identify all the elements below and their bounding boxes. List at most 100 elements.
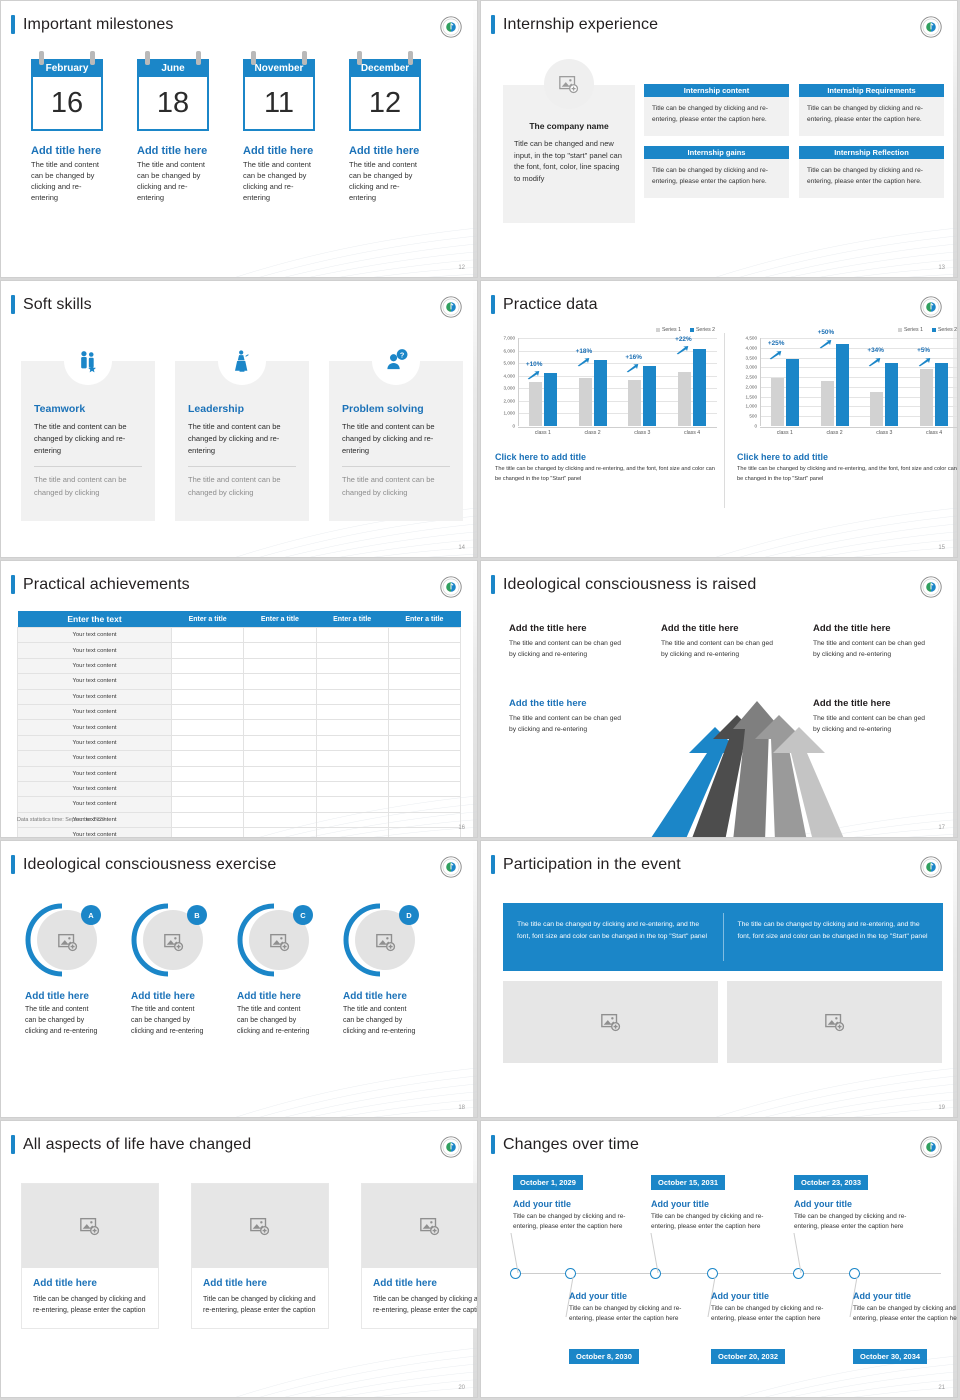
- table-row[interactable]: Your text content: [17, 827, 462, 837]
- table-cell-label[interactable]: Your text content: [17, 657, 172, 675]
- cell-body[interactable]: Title can be changed by clicking and re-…: [799, 159, 944, 198]
- table-row[interactable]: Your text content: [17, 673, 462, 690]
- milestone-title[interactable]: Add title here: [243, 145, 315, 157]
- block-body[interactable]: The title and content can be chan ged by…: [509, 713, 627, 735]
- timeline-body[interactable]: Title can be changed by clicking and re-…: [513, 1212, 633, 1233]
- timeline-node[interactable]: [849, 1268, 860, 1279]
- circle-body[interactable]: The title and content can be changed by …: [131, 1005, 205, 1038]
- col-header[interactable]: Enter a title: [316, 611, 389, 628]
- table-cell[interactable]: [315, 719, 389, 736]
- table-cell[interactable]: [243, 734, 317, 752]
- table-cell[interactable]: [387, 642, 462, 659]
- table-cell[interactable]: [315, 626, 389, 644]
- table-cell[interactable]: [170, 657, 245, 675]
- timeline-date-chip[interactable]: October 1, 2029: [513, 1175, 583, 1190]
- table-cell-label[interactable]: Your text content: [17, 688, 172, 705]
- col-header[interactable]: Enter a title: [388, 611, 461, 628]
- timeline-title[interactable]: Add your title: [513, 1199, 633, 1209]
- skill-subtext[interactable]: The title and content can be changed by …: [342, 474, 450, 498]
- table-cell[interactable]: [243, 750, 317, 767]
- circle-graphic[interactable]: C: [237, 903, 313, 977]
- company-body[interactable]: Title can be changed and new input, in t…: [514, 138, 624, 185]
- table-cell-label[interactable]: Your text content: [17, 734, 172, 752]
- table-cell[interactable]: [170, 827, 245, 837]
- table-cell[interactable]: [387, 750, 462, 767]
- col-header[interactable]: Enter a title: [171, 611, 244, 628]
- table-cell-label[interactable]: Your text content: [17, 750, 172, 767]
- timeline-body[interactable]: Title can be changed by clicking and re-…: [651, 1212, 771, 1233]
- table-cell-label[interactable]: Your text content: [17, 719, 172, 736]
- timeline-node[interactable]: [650, 1268, 661, 1279]
- table-cell[interactable]: [315, 750, 389, 767]
- milestone-body[interactable]: The title and content can be changed by …: [349, 160, 421, 204]
- block-heading[interactable]: Add the title here: [813, 698, 931, 709]
- block-heading[interactable]: Add the title here: [813, 623, 931, 634]
- cell-heading[interactable]: Internship Requirements: [799, 84, 944, 97]
- circle-title[interactable]: Add title here: [25, 991, 99, 1002]
- milestone-body[interactable]: The title and content can be changed by …: [243, 160, 315, 204]
- block-body[interactable]: The title and content can be chan ged by…: [509, 638, 627, 660]
- table-row[interactable]: Your text content: [17, 750, 462, 767]
- image-placeholder-icon[interactable]: [163, 931, 185, 958]
- table-cell[interactable]: [315, 657, 389, 675]
- skill-body[interactable]: The title and content can be changed by …: [188, 421, 296, 457]
- table-cell[interactable]: [387, 626, 462, 644]
- table-row[interactable]: Your text content: [17, 780, 462, 798]
- image-placeholder-box[interactable]: [362, 1184, 477, 1268]
- col-header[interactable]: Enter a title: [243, 611, 316, 628]
- achievements-table[interactable]: Enter the text Enter a title Enter a tit…: [17, 611, 462, 837]
- table-cell[interactable]: [315, 796, 389, 813]
- image-placeholder-box[interactable]: [727, 981, 942, 1063]
- skill-subtext[interactable]: The title and content can be changed by …: [34, 474, 142, 498]
- table-cell[interactable]: [170, 734, 245, 752]
- timeline-body[interactable]: Title can be changed by clicking and re-…: [853, 1304, 957, 1325]
- milestone-body[interactable]: The title and content can be changed by …: [31, 160, 103, 204]
- panel-body[interactable]: The title can be changed by clicking and…: [495, 465, 719, 484]
- table-cell[interactable]: [243, 780, 317, 798]
- timeline-body[interactable]: Title can be changed by clicking and re-…: [711, 1304, 831, 1325]
- table-cell-label[interactable]: Your text content: [17, 827, 172, 837]
- table-cell[interactable]: [170, 719, 245, 736]
- cell-body[interactable]: Title can be changed by clicking and re-…: [644, 159, 789, 198]
- table-cell[interactable]: [243, 642, 317, 659]
- block-body[interactable]: The title and content can be chan ged by…: [813, 638, 931, 660]
- col-header[interactable]: Enter the text: [17, 611, 172, 628]
- timeline-date-chip[interactable]: October 8, 2030: [569, 1349, 639, 1364]
- block-body[interactable]: The title and content can be chan ged by…: [813, 713, 931, 735]
- cell-heading[interactable]: Internship Reflection: [799, 146, 944, 159]
- table-cell[interactable]: [387, 765, 462, 782]
- table-row[interactable]: Your text content: [17, 642, 462, 659]
- table-cell[interactable]: [387, 657, 462, 675]
- table-cell[interactable]: [315, 688, 389, 705]
- table-cell[interactable]: [387, 796, 462, 813]
- card-body[interactable]: Title can be changed by clicking and re-…: [33, 1294, 147, 1316]
- block-heading[interactable]: Add the title here: [661, 623, 779, 634]
- timeline-date-chip[interactable]: October 23, 2033: [794, 1175, 869, 1190]
- image-placeholder-icon[interactable]: [269, 931, 291, 958]
- image-placeholder-box[interactable]: [192, 1184, 328, 1268]
- circle-title[interactable]: Add title here: [343, 991, 417, 1002]
- table-cell[interactable]: [170, 673, 245, 690]
- table-cell[interactable]: [243, 811, 317, 829]
- timeline-node[interactable]: [510, 1268, 521, 1279]
- timeline-node[interactable]: [565, 1268, 576, 1279]
- table-cell[interactable]: [315, 780, 389, 798]
- card-body[interactable]: Title can be changed by clicking and re-…: [203, 1294, 317, 1316]
- table-cell[interactable]: [315, 673, 389, 690]
- milestone-title[interactable]: Add title here: [137, 145, 209, 157]
- table-cell[interactable]: [315, 811, 389, 829]
- cell-heading[interactable]: Internship gains: [644, 146, 789, 159]
- card-body[interactable]: Title can be changed by clicking and re-…: [373, 1294, 477, 1316]
- table-cell[interactable]: [170, 750, 245, 767]
- panel-body[interactable]: The title can be changed by clicking and…: [737, 465, 957, 484]
- milestone-body[interactable]: The title and content can be changed by …: [137, 160, 209, 204]
- table-cell[interactable]: [243, 657, 317, 675]
- card-title[interactable]: Add title here: [373, 1278, 477, 1289]
- banner-text-right[interactable]: The title can be changed by clicking and…: [724, 903, 944, 971]
- table-row[interactable]: Your text content: [17, 703, 462, 721]
- card-title[interactable]: Add title here: [33, 1278, 147, 1289]
- table-cell[interactable]: [170, 765, 245, 782]
- table-cell[interactable]: [243, 796, 317, 813]
- circle-body[interactable]: The title and content can be changed by …: [25, 1005, 99, 1038]
- skill-body[interactable]: The title and content can be changed by …: [342, 421, 450, 457]
